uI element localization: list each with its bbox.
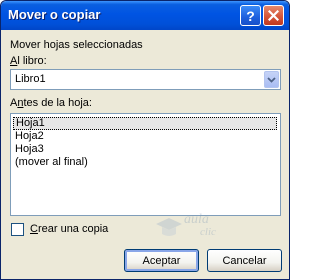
create-copy-checkbox[interactable] bbox=[11, 223, 24, 236]
to-book-select[interactable]: Libro1 bbox=[10, 69, 281, 90]
sheet-listbox[interactable]: Hoja1 Hoja2 Hoja3 (mover al final) bbox=[10, 113, 281, 216]
title-bar[interactable]: Mover o copiar ? bbox=[1, 1, 289, 30]
window-title: Mover o copiar bbox=[8, 7, 101, 22]
help-icon: ? bbox=[246, 7, 255, 24]
create-copy-access-key: C bbox=[30, 223, 38, 235]
dialog-body: Mover hojas seleccionadas Al libro: Libr… bbox=[4, 30, 286, 276]
create-copy-label[interactable]: Crear una copia bbox=[30, 223, 108, 235]
aulaclic-watermark: aula clic bbox=[154, 210, 224, 244]
close-button[interactable] bbox=[263, 5, 284, 26]
before-sheet-label-rest: tes de la hoja: bbox=[23, 97, 92, 109]
list-item-hoja1[interactable]: Hoja1 bbox=[13, 117, 277, 130]
chevron-down-icon bbox=[267, 76, 276, 83]
to-book-label: Al libro: bbox=[10, 55, 47, 67]
before-sheet-label: Antes de la hoja: bbox=[10, 97, 92, 109]
list-item-hoja2[interactable]: Hoja2 bbox=[13, 130, 46, 143]
to-book-label-rest: l libro: bbox=[17, 55, 47, 67]
help-button[interactable]: ? bbox=[240, 5, 261, 26]
move-copy-dialog: Mover o copiar ? Mover hojas seleccionad… bbox=[0, 0, 290, 280]
list-item-hoja3[interactable]: Hoja3 bbox=[13, 143, 46, 156]
create-copy-label-rest: rear una copia bbox=[37, 223, 109, 235]
graduation-cap-icon bbox=[156, 218, 182, 236]
to-book-value: Libro1 bbox=[15, 73, 46, 85]
dialog-heading: Mover hojas seleccionadas bbox=[10, 39, 143, 51]
dropdown-button[interactable] bbox=[264, 71, 279, 88]
close-icon bbox=[268, 10, 279, 21]
watermark-sub-text: clic bbox=[200, 226, 216, 238]
cancel-button[interactable]: Cancelar bbox=[207, 249, 282, 272]
list-item-move-to-end[interactable]: (mover al final) bbox=[13, 156, 90, 169]
ok-button[interactable]: Aceptar bbox=[124, 249, 199, 272]
